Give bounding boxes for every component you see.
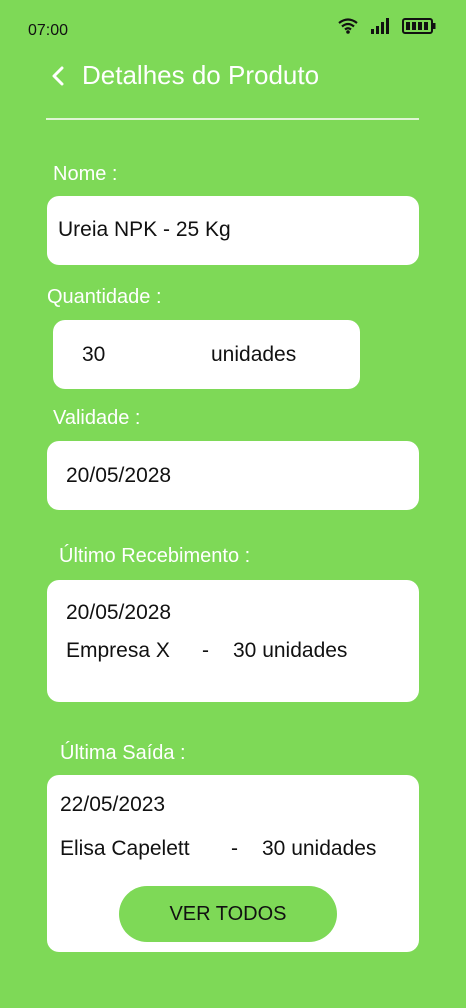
nome-field[interactable]: Ureia NPK - 25 Kg: [47, 196, 419, 265]
ultimo-recebimento-source: Empresa X: [66, 639, 170, 662]
wifi-icon: [338, 18, 358, 34]
ultimo-recebimento-separator: -: [202, 639, 209, 662]
ultima-saida-card: 22/05/2023 Elisa Capelett - 30 unidades …: [47, 775, 419, 952]
chevron-left-icon: [51, 66, 65, 91]
validade-label: Validade :: [53, 407, 141, 429]
header-divider: [46, 118, 419, 120]
ultimo-recebimento-label: Último Recebimento :: [59, 545, 251, 567]
quantidade-field[interactable]: 30 unidades: [53, 320, 360, 389]
ultima-saida-person: Elisa Capelett: [60, 837, 190, 860]
back-button[interactable]: [46, 64, 70, 92]
quantidade-unit: unidades: [211, 343, 297, 366]
ultimo-recebimento-card: 20/05/2028 Empresa X - 30 unidades: [47, 580, 419, 702]
nome-label: Nome :: [53, 163, 118, 185]
ultima-saida-date: 22/05/2023: [60, 793, 166, 816]
status-icons: [338, 18, 436, 34]
ultimo-recebimento-date: 20/05/2028: [66, 601, 172, 624]
validade-value: 20/05/2028: [66, 464, 172, 487]
status-time: 07:00: [28, 22, 69, 39]
nome-value: Ureia NPK - 25 Kg: [58, 218, 231, 241]
quantidade-value: 30: [82, 343, 106, 366]
quantidade-label: Quantidade :: [47, 286, 162, 308]
ultimo-recebimento-quantity: 30 unidades: [233, 639, 348, 662]
battery-icon: [402, 18, 436, 34]
status-bar: 07:00: [0, 0, 466, 60]
ultima-saida-separator: -: [231, 837, 238, 860]
header: Detalhes do Produto: [46, 58, 419, 98]
page-title: Detalhes do Produto: [82, 60, 320, 90]
ultima-saida-label: Última Saída :: [60, 742, 186, 764]
signal-icon: [370, 18, 390, 34]
ver-todos-button[interactable]: VER TODOS: [119, 886, 337, 942]
validade-field[interactable]: 20/05/2028: [47, 441, 419, 510]
ultima-saida-quantity: 30 unidades: [262, 837, 377, 860]
